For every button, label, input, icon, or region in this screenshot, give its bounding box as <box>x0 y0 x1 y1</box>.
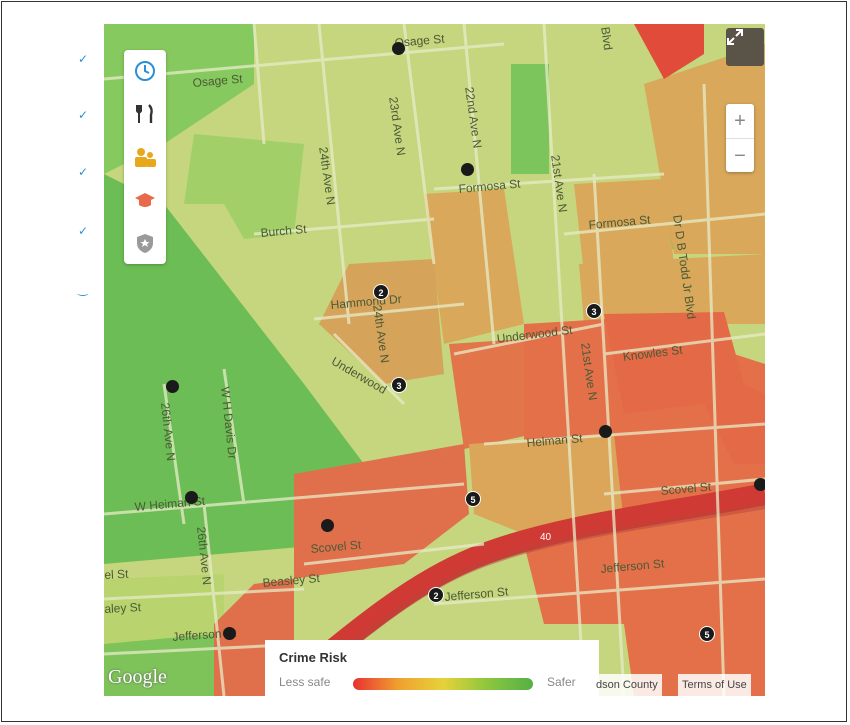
highway-shield: 40 <box>540 532 552 543</box>
crime-marker[interactable]: 3 <box>586 303 602 319</box>
county-attribution[interactable]: dson County <box>592 674 662 696</box>
shield-icon <box>137 234 153 253</box>
crime-marker[interactable] <box>166 380 179 393</box>
check-icon[interactable]: ✓ <box>78 52 88 66</box>
street-label: el St <box>104 566 129 582</box>
clock-icon <box>135 61 155 81</box>
people-button[interactable] <box>124 136 166 178</box>
google-logo[interactable]: Google <box>108 666 167 689</box>
check-icon[interactable]: ‿ <box>78 282 88 296</box>
crime-risk-map[interactable]: Osage St Osage St 23rd Ave N 22nd Ave N … <box>104 24 765 696</box>
crime-marker[interactable]: 2 <box>373 284 389 300</box>
crime-marker[interactable] <box>185 491 198 504</box>
zoom-in-button[interactable]: + <box>726 104 754 138</box>
legend-gradient-bar <box>353 678 533 690</box>
crime-marker[interactable] <box>461 163 474 176</box>
school-icon <box>135 193 155 207</box>
crime-time-button[interactable] <box>124 50 166 92</box>
crime-marker[interactable] <box>599 425 612 438</box>
crime-marker[interactable]: 2 <box>428 587 444 603</box>
crime-marker[interactable] <box>223 627 236 640</box>
category-panel <box>124 50 166 264</box>
restaurant-icon <box>136 104 153 123</box>
left-panel-strip <box>78 24 104 696</box>
zoom-control: + − <box>726 104 754 172</box>
crime-marker[interactable]: 3 <box>391 377 407 393</box>
safety-button[interactable] <box>124 222 166 264</box>
zoom-out-button[interactable]: − <box>726 138 754 173</box>
crime-marker[interactable] <box>321 519 334 532</box>
check-icon[interactable]: ✓ <box>78 165 88 179</box>
crime-risk-legend: Crime Risk Less safe Safer <box>265 640 599 696</box>
school-button[interactable] <box>124 179 166 221</box>
terms-of-use-link[interactable]: Terms of Use <box>678 674 751 696</box>
fullscreen-button[interactable] <box>726 28 764 66</box>
expand-icon <box>727 29 743 45</box>
street-label: aley St <box>104 600 142 616</box>
people-icon <box>135 148 156 167</box>
crime-marker[interactable]: 5 <box>699 626 715 642</box>
check-icon[interactable]: ✓ <box>78 108 88 122</box>
legend-less-safe: Less safe <box>279 675 331 689</box>
restaurant-button[interactable] <box>124 93 166 135</box>
crime-marker[interactable] <box>392 42 405 55</box>
legend-title: Crime Risk <box>279 650 347 665</box>
legend-safer: Safer <box>547 675 576 689</box>
crime-marker[interactable] <box>754 478 765 491</box>
crime-marker[interactable]: 5 <box>465 491 481 507</box>
check-icon[interactable]: ✓ <box>78 224 88 238</box>
